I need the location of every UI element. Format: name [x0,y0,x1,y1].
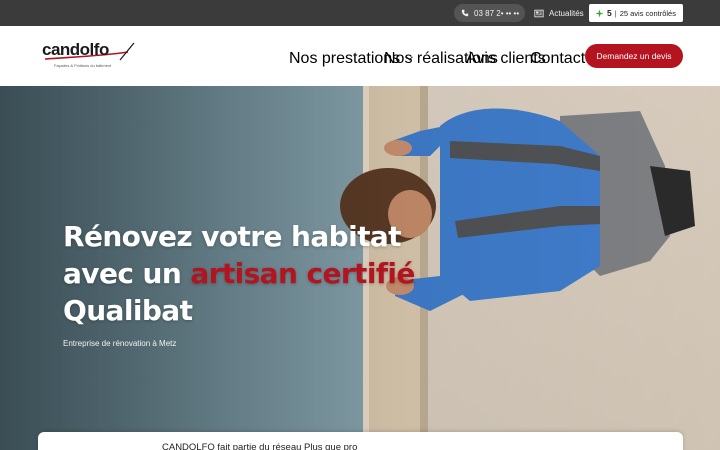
phone-icon [461,9,469,17]
hero-title-line-2-prefix: avec un [63,257,191,290]
news-label: Actualités [549,8,584,18]
logo-wordmark: candolfo [42,40,109,59]
network-card: CANDOLFO fait partie du réseau Plus que … [38,432,683,450]
network-card-text: CANDOLFO fait partie du réseau Plus que … [162,442,358,450]
top-bar: 03 87 2• •• •• Actualités 5 | 25 avis co… [0,0,720,26]
phone-link[interactable]: 03 87 2• •• •• [454,4,525,22]
news-link[interactable]: Actualités [534,4,584,22]
quote-request-button[interactable]: Demandez un devis [585,44,683,68]
logo-tagline: Façades & Finitions du bâtiment [54,63,112,68]
reviews-logo-icon [595,8,604,18]
reviews-score: 5 [607,8,612,18]
newspaper-icon [534,9,544,17]
site-header: candolfo Façades & Finitions du bâtiment… [0,26,720,86]
reviews-label: 25 avis contrôlés [619,8,676,18]
hero-title-accent: artisan certifié [190,257,415,290]
hero-section: Rénovez votre habitat avec un artisan ce… [0,86,720,450]
hero-subtitle: Entreprise de rénovation à Metz [63,339,177,348]
nav-contact[interactable]: Contact [530,50,585,68]
phone-number: 03 87 2• •• •• [474,8,520,18]
hero-title-line-2: avec un artisan certifié [63,255,415,292]
reviews-badge[interactable]: 5 | 25 avis contrôlés [589,4,683,22]
reviews-separator: | [614,8,617,18]
hero-title: Rénovez votre habitat avec un artisan ce… [63,218,415,329]
hero-title-line-1: Rénovez votre habitat [63,220,402,253]
logo[interactable]: candolfo Façades & Finitions du bâtiment [42,40,138,74]
hero-title-line-3: Qualibat [63,294,193,327]
